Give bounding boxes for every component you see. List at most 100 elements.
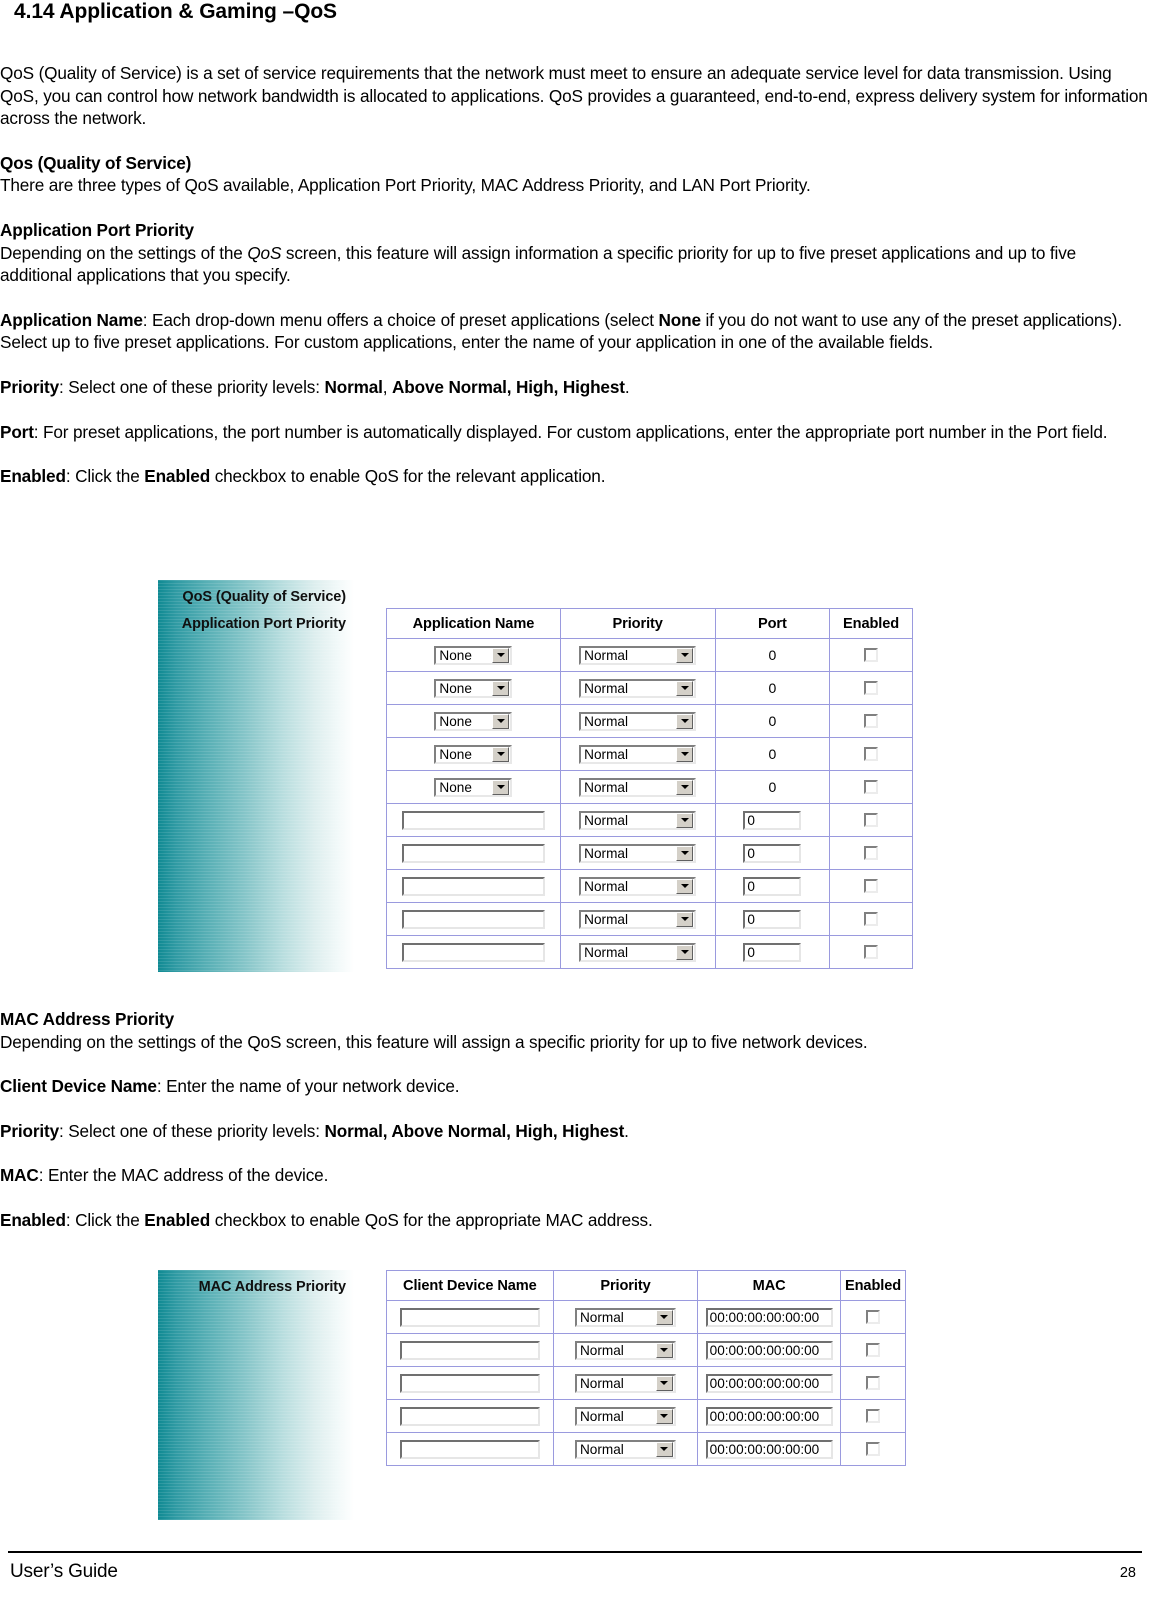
port-input[interactable]: 0 (743, 843, 802, 863)
priority-select[interactable]: Normal (579, 942, 697, 962)
port-input[interactable]: 0 (743, 942, 802, 962)
application-name-select[interactable]: None (434, 711, 513, 731)
mac-address-priority-heading: MAC Address Priority (0, 1008, 1150, 1031)
port-input[interactable]: 0 (743, 909, 802, 929)
app-port-priority-heading: Application Port Priority (0, 219, 1150, 242)
table-body: None Normal 0 None Normal 0 None Normal … (386, 638, 913, 969)
priority-select[interactable]: Normal (579, 777, 697, 797)
priority-select[interactable]: Normal (574, 1340, 676, 1360)
mac-input[interactable]: 00:00:00:00:00:00 (705, 1439, 833, 1459)
cell-enabled (829, 704, 913, 738)
cell-port: 0 (714, 638, 831, 672)
application-name-select[interactable]: None (434, 645, 513, 665)
cell-application-name: None (386, 638, 561, 672)
cell-mac: 00:00:00:00:00:00 (697, 1432, 842, 1466)
cell-port: 0 (714, 671, 831, 705)
priority-label: Priority (0, 376, 59, 397)
priority-select[interactable]: Normal (579, 810, 697, 830)
priority-select[interactable]: Normal (574, 1373, 676, 1393)
cell-client-device-name (386, 1366, 554, 1400)
enabled-checkbox[interactable] (864, 846, 879, 861)
cell-application-name: None (386, 770, 561, 804)
priority-select[interactable]: Normal (579, 909, 697, 929)
application-name-input[interactable] (401, 942, 545, 962)
table-row: None Normal 0 (386, 704, 913, 738)
application-name-input[interactable] (401, 810, 545, 830)
application-name-input[interactable] (401, 876, 545, 896)
port-input[interactable]: 0 (743, 810, 802, 830)
priority-select[interactable]: Normal (574, 1439, 676, 1459)
cell-port: 0 (714, 704, 831, 738)
table-row: Normal 00:00:00:00:00:00 (386, 1432, 906, 1466)
table-row: None Normal 0 (386, 638, 913, 672)
client-device-name-input[interactable] (399, 1340, 540, 1360)
mac-input[interactable]: 00:00:00:00:00:00 (705, 1340, 833, 1360)
cell-mac: 00:00:00:00:00:00 (697, 1300, 842, 1334)
chevron-down-icon (676, 878, 694, 894)
priority-select[interactable]: Normal (579, 645, 697, 665)
enabled-checkbox[interactable] (866, 1442, 881, 1457)
mac-input[interactable]: 00:00:00:00:00:00 (705, 1373, 833, 1393)
port-label: Port (0, 421, 34, 442)
enabled-checkbox[interactable] (864, 714, 879, 729)
cell-enabled (829, 737, 913, 771)
table-row: Normal 0 (386, 803, 913, 837)
app-port-priority-body-italic: QoS (247, 242, 282, 263)
priority-select[interactable]: Normal (579, 843, 697, 863)
enabled-checkbox[interactable] (864, 648, 879, 663)
client-device-name-input[interactable] (399, 1373, 540, 1393)
chevron-down-icon (655, 1309, 673, 1325)
enabled-checkbox[interactable] (864, 945, 879, 960)
chevron-down-icon (492, 779, 510, 795)
client-device-name-input[interactable] (399, 1307, 540, 1327)
application-name-select[interactable]: None (434, 777, 513, 797)
mac-enabled-text-a: : Click the (65, 1209, 145, 1230)
priority-select-value: Normal (579, 1342, 624, 1358)
panel-label-mac-address-priority: MAC Address Priority (198, 1279, 346, 1295)
mac-input[interactable]: 00:00:00:00:00:00 (705, 1307, 833, 1327)
enabled-checkbox[interactable] (866, 1376, 881, 1391)
enabled-checkbox[interactable] (864, 681, 879, 696)
table-row: Normal 00:00:00:00:00:00 (386, 1399, 906, 1433)
enabled-checkbox[interactable] (866, 1409, 881, 1424)
priority-select[interactable]: Normal (579, 711, 697, 731)
enabled-checkbox[interactable] (864, 747, 879, 762)
application-name-input[interactable] (401, 909, 545, 929)
mac-enabled-bold: Enabled (144, 1209, 211, 1230)
priority-select[interactable]: Normal (574, 1406, 676, 1426)
cell-priority: Normal (552, 1300, 699, 1334)
enabled-checkbox[interactable] (864, 879, 879, 894)
priority-bold-levels: Above Normal, High, Highest (392, 376, 625, 397)
cell-application-name (386, 935, 561, 969)
enabled-checkbox[interactable] (864, 780, 879, 795)
priority-select-value: Normal (584, 746, 628, 762)
mac-priority-bold-levels: Normal, Above Normal, High, Highest (324, 1120, 625, 1141)
priority-select[interactable]: Normal (579, 678, 697, 698)
enabled-text-a: : Click the (65, 466, 145, 487)
cell-priority: Normal (559, 902, 716, 936)
port-input[interactable]: 0 (743, 876, 802, 896)
application-name-select[interactable]: None (434, 744, 513, 764)
enabled-checkbox[interactable] (866, 1343, 881, 1358)
table-body: Normal 00:00:00:00:00:00 Normal 00:00:00… (386, 1300, 906, 1466)
application-name-select[interactable]: None (434, 678, 513, 698)
priority-definition: Priority: Select one of these priority l… (0, 376, 1150, 399)
priority-select[interactable]: Normal (579, 744, 697, 764)
port-value: 0 (768, 646, 777, 663)
enabled-checkbox[interactable] (864, 912, 879, 927)
mac-input[interactable]: 00:00:00:00:00:00 (705, 1406, 833, 1426)
priority-select[interactable]: Normal (579, 876, 697, 896)
application-name-select-value: None (439, 746, 472, 762)
enabled-checkbox[interactable] (864, 813, 879, 828)
client-device-name-input[interactable] (399, 1406, 540, 1426)
application-name-input[interactable] (401, 843, 545, 863)
client-device-name-input[interactable] (399, 1439, 540, 1459)
enabled-checkbox[interactable] (866, 1310, 881, 1325)
priority-select[interactable]: Normal (574, 1307, 676, 1327)
column-header-port: Port (714, 608, 831, 639)
